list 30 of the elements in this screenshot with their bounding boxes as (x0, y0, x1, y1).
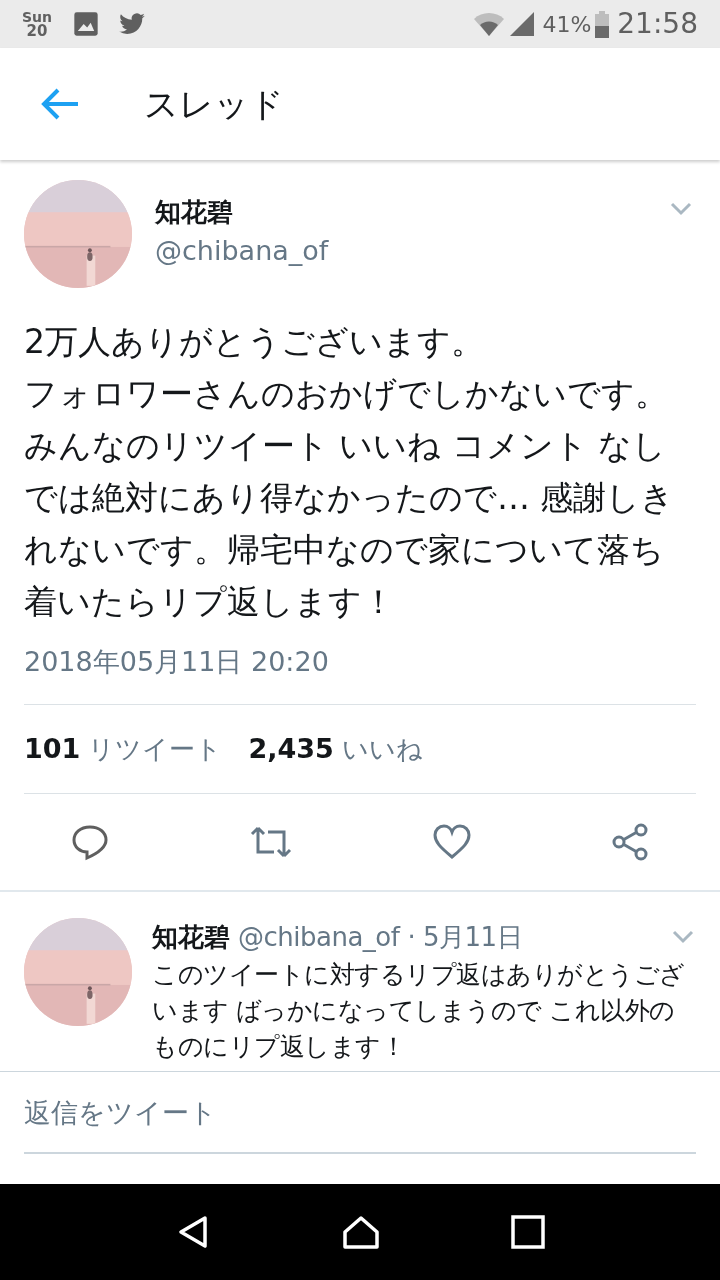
share-icon (610, 822, 650, 862)
reply-date: · 5月11日 (407, 921, 523, 954)
chevron-down-icon (670, 202, 692, 216)
tweet-text: 2万人ありがとうございます。 (24, 321, 485, 363)
house-outline-icon (340, 1214, 382, 1250)
signal-icon (508, 10, 537, 38)
calendar-date-icon: Sun 20 (22, 10, 53, 38)
stat-count: 2,435 (248, 731, 334, 766)
stat-label: いいね (341, 732, 423, 766)
reply-text: このツイートに対するリプ返はありがとうございます ばっかになってしまうので これ以外のものにリプ返します！ (152, 959, 686, 1063)
clock-time: 21:58 (617, 6, 698, 42)
battery-percent: 41% (542, 10, 592, 39)
stat-label: リツイート (88, 732, 223, 766)
page-title: スレッド (144, 82, 284, 126)
chevron-down-icon (672, 930, 694, 944)
heart-icon (432, 824, 472, 860)
back-arrow-icon (40, 86, 80, 122)
image-icon (72, 10, 101, 38)
battery-icon (595, 10, 610, 38)
wifi-icon (472, 10, 507, 38)
author-handle: @chibana_of (238, 921, 400, 954)
tweet-timestamp: 2018年05月11日 20:20 (24, 645, 330, 679)
author-name: 知花碧 (152, 921, 230, 954)
tweet-text: フォロワーさんのおかげでしかないです。みんなのリツイート いいね コメント なしでは絶対にあり得なかったので… 感謝しきれないです。帰宅中なので家について落ち着いたらリプ返します！ (24, 373, 676, 623)
square-icon (511, 1215, 546, 1249)
author-name: 知花碧 (155, 196, 234, 229)
retweet-icon (248, 824, 294, 860)
stat-count: 101 (24, 731, 81, 766)
reply-field[interactable]: 返信をツイート (24, 1072, 696, 1154)
author-handle: @chibana_of (155, 234, 329, 268)
